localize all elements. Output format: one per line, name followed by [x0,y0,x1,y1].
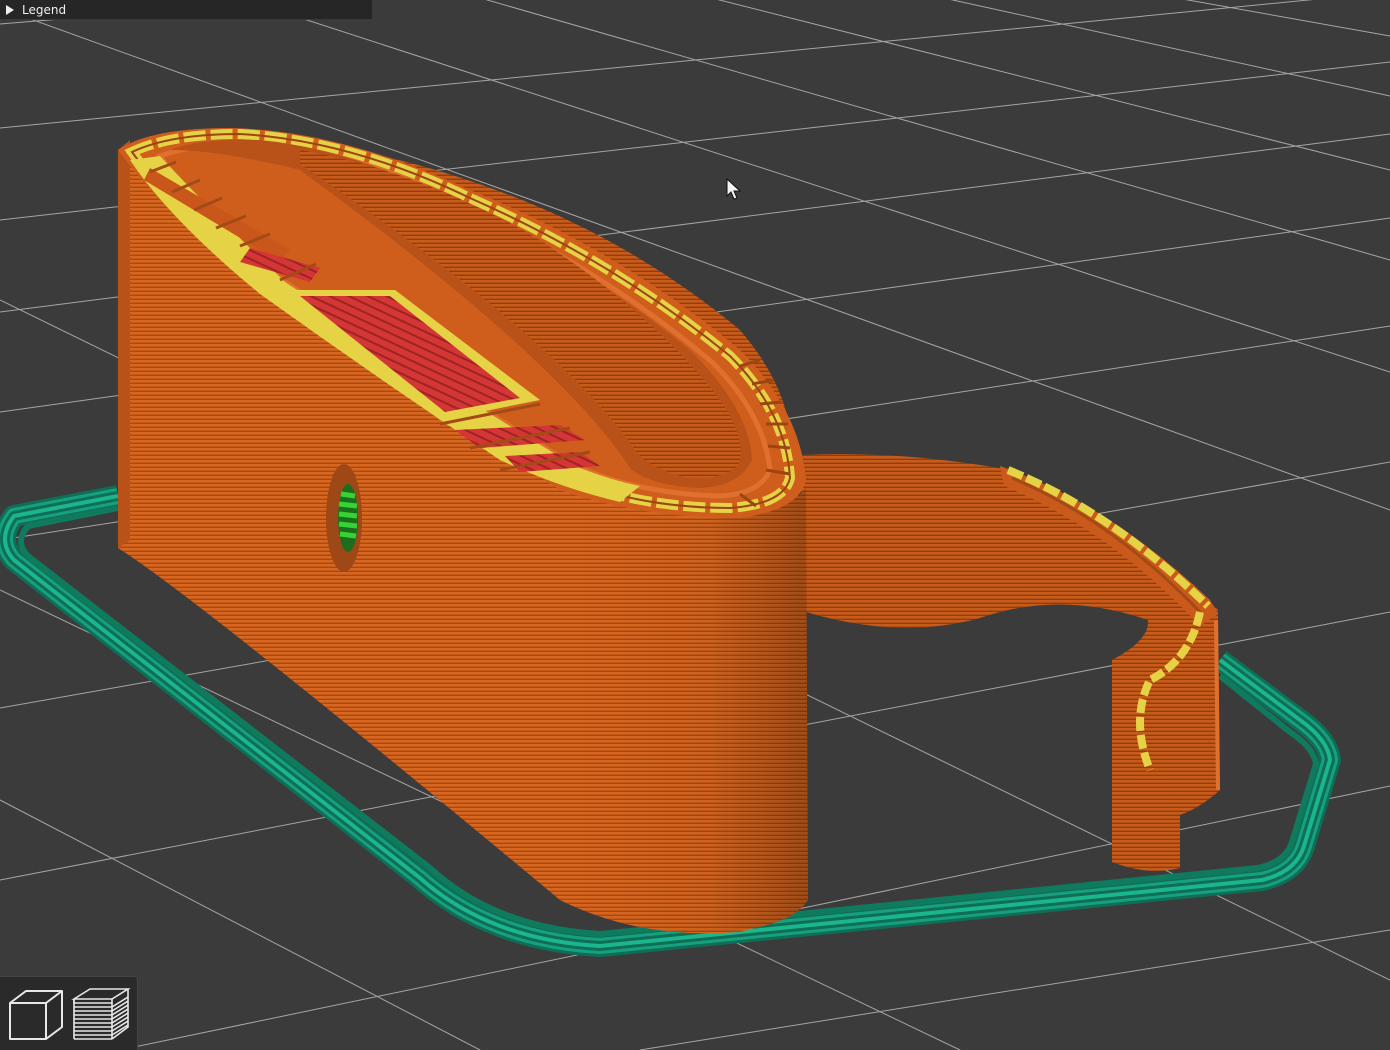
view-toolbar [0,976,138,1050]
3d-preview-canvas[interactable] [0,0,1390,1050]
3d-view-button[interactable] [4,983,66,1045]
expand-arrow-icon [6,5,14,15]
legend-label: Legend [22,3,67,17]
hole-gap-fill [326,464,362,572]
cube-icon [9,990,63,1040]
layers-view-button[interactable] [70,983,132,1045]
layers-icon [71,988,131,1040]
legend-toggle[interactable]: Legend [0,0,372,20]
